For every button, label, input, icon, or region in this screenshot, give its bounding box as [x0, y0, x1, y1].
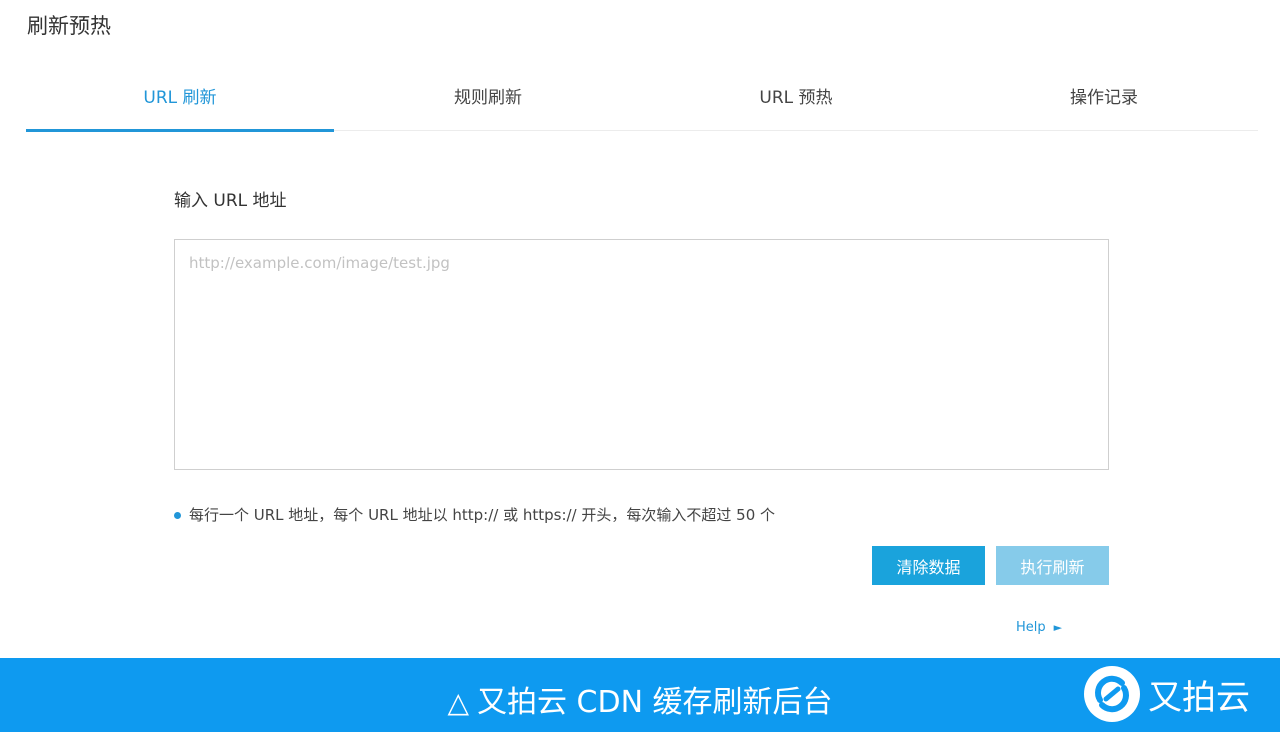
footer-caption-text: 又拍云 CDN 缓存刷新后台	[476, 685, 833, 720]
help-link-label: Help	[1016, 620, 1046, 635]
brand-name: 又拍云	[1148, 677, 1250, 718]
execute-refresh-button[interactable]: 执行刷新	[996, 546, 1109, 585]
tab-url-preheat[interactable]: URL 预热	[642, 60, 950, 130]
bullet-icon	[174, 511, 181, 519]
input-hint: 每行一个 URL 地址，每个 URL 地址以 http:// 或 https:/…	[174, 504, 775, 525]
page-title: 刷新预热	[27, 14, 111, 38]
footer-banner: △ 又拍云 CDN 缓存刷新后台 又拍云	[0, 658, 1280, 732]
brand: 又拍云	[1084, 666, 1250, 722]
play-arrow-icon: ►	[1053, 621, 1063, 634]
warning-triangle-icon: △	[447, 686, 469, 719]
input-hint-text: 每行一个 URL 地址，每个 URL 地址以 http:// 或 https:/…	[189, 506, 776, 524]
tab-rule-refresh[interactable]: 规则刷新	[334, 60, 642, 130]
url-input-label: 输入 URL 地址	[174, 191, 287, 211]
brand-logo-icon	[1084, 666, 1140, 722]
tab-bar: URL 刷新 规则刷新 URL 预热 操作记录	[26, 60, 1258, 132]
tab-url-refresh[interactable]: URL 刷新	[26, 60, 334, 132]
help-link[interactable]: Help ►	[1016, 620, 1062, 635]
tab-operation-log[interactable]: 操作记录	[950, 60, 1258, 130]
url-input[interactable]	[174, 239, 1109, 470]
clear-data-button[interactable]: 清除数据	[872, 546, 985, 585]
